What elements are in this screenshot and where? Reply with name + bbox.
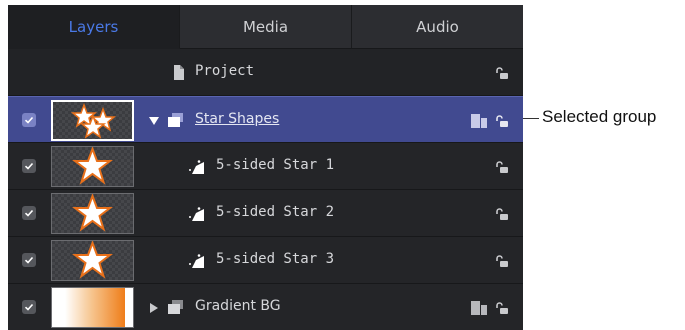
- disclosure-expanded-icon[interactable]: [148, 115, 160, 127]
- callout-label: Selected group: [542, 107, 657, 126]
- unlock-icon[interactable]: [495, 66, 509, 80]
- group-icon: [168, 300, 183, 314]
- layer-row-star-shapes[interactable]: Star Shapes: [8, 96, 523, 143]
- isolate-group-icon[interactable]: [471, 301, 487, 315]
- tab-layers[interactable]: Layers: [8, 5, 180, 49]
- checkmark-icon: [24, 162, 34, 170]
- layer-label[interactable]: 5-sided Star 1: [216, 157, 334, 173]
- layer-thumbnail: [51, 100, 134, 141]
- unlock-icon[interactable]: [495, 160, 509, 174]
- shape-layer-icon: [189, 207, 204, 221]
- shape-layer-icon: [189, 254, 204, 268]
- unlock-icon[interactable]: [495, 254, 509, 268]
- visibility-checkbox[interactable]: [22, 113, 36, 127]
- tab-audio[interactable]: Audio: [352, 5, 523, 49]
- layer-thumbnail: [51, 193, 134, 234]
- unlock-icon[interactable]: [495, 114, 509, 128]
- gradient-thumbnail: [65, 288, 125, 327]
- layer-row-star-2[interactable]: 5-sided Star 2: [8, 190, 523, 237]
- layer-row-star-3[interactable]: 5-sided Star 3: [8, 237, 523, 284]
- layers-panel: Layers Media Audio Project Star Shapes 5…: [8, 5, 523, 330]
- unlock-icon[interactable]: [495, 207, 509, 221]
- document-icon: [174, 65, 184, 80]
- layer-row-gradient-bg[interactable]: Gradient BG: [8, 284, 523, 330]
- layer-row-star-1[interactable]: 5-sided Star 1: [8, 143, 523, 190]
- checkmark-icon: [24, 256, 34, 264]
- isolate-group-icon[interactable]: [471, 114, 487, 128]
- project-label: Project: [195, 63, 255, 79]
- callout-line: [523, 118, 539, 119]
- layer-thumbnail: [51, 240, 134, 281]
- group-icon: [168, 113, 183, 127]
- layer-thumbnail: [51, 146, 134, 187]
- stars-thumbnail-icon: [70, 102, 117, 139]
- checkmark-icon: [24, 209, 34, 217]
- visibility-checkbox[interactable]: [22, 253, 36, 267]
- layer-label[interactable]: 5-sided Star 3: [216, 251, 334, 267]
- star-thumbnail-icon: [72, 241, 113, 279]
- unlock-icon[interactable]: [495, 301, 509, 315]
- layer-label[interactable]: 5-sided Star 2: [216, 204, 334, 220]
- tab-bar: Layers Media Audio: [8, 5, 523, 49]
- visibility-checkbox[interactable]: [22, 159, 36, 173]
- tab-media[interactable]: Media: [180, 5, 352, 49]
- layer-label[interactable]: Gradient BG: [195, 298, 281, 314]
- star-thumbnail-icon: [72, 194, 113, 232]
- visibility-checkbox[interactable]: [22, 206, 36, 220]
- layer-label[interactable]: Star Shapes: [195, 111, 279, 127]
- shape-layer-icon: [189, 160, 204, 174]
- star-thumbnail-icon: [72, 147, 113, 185]
- layer-thumbnail: [51, 287, 134, 328]
- checkmark-icon: [24, 303, 34, 311]
- project-row[interactable]: Project: [8, 49, 523, 96]
- visibility-checkbox[interactable]: [22, 300, 36, 314]
- checkmark-icon: [24, 116, 34, 124]
- disclosure-collapsed-icon[interactable]: [148, 302, 160, 314]
